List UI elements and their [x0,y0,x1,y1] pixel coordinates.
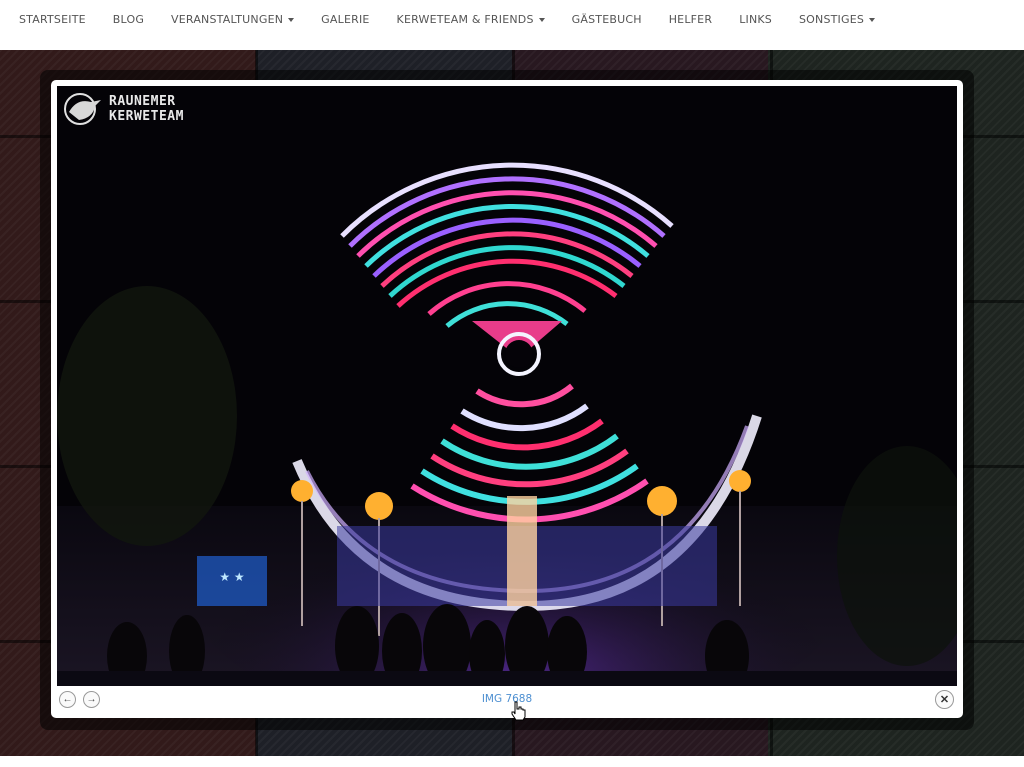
nav-item-kerweteam-friends[interactable]: KERWETEAM & FRIENDS [397,13,545,26]
image-caption-link[interactable]: IMG 7688 [451,693,563,705]
logo-emblem-icon [64,93,101,125]
nav-item-startseite[interactable]: STARTSEITE [19,13,86,26]
kerweteam-logo: RAUNEMER KERWETEAM [63,92,184,126]
next-image-button[interactable]: → [83,691,100,708]
svg-text:★ ★: ★ ★ [219,570,244,584]
nav-item-helfer[interactable]: HELFER [669,13,712,26]
lightbox-photo[interactable]: ★ ★ RAUNEMER KERWETEAM [57,86,957,686]
hand-cursor-icon [511,701,526,721]
nav-item-sonstiges[interactable]: SONSTIGES [799,13,876,26]
logo-line-1: RAUNEMER [109,94,176,109]
page-footer-strip [0,756,1024,767]
nav-item-galerie[interactable]: GALERIE [321,13,369,26]
nav-item-veranstaltungen[interactable]: VERANSTALTUNGEN [171,13,295,26]
lightbox: ★ ★ RAUNEMER KERWETEAM ← → IMG 7688 ✕ [51,80,963,718]
caret-down-icon [288,17,295,22]
close-lightbox-button[interactable]: ✕ [935,690,954,709]
nav-item-blog[interactable]: BLOG [113,13,144,26]
nav-item-gaestebuch[interactable]: GÄSTEBUCH [572,13,642,26]
nav-item-links[interactable]: LINKS [739,13,772,26]
caret-down-icon [538,17,545,22]
fairground-ride-photo: ★ ★ [57,86,957,686]
caret-down-icon [869,17,876,22]
previous-image-button[interactable]: ← [59,691,76,708]
arrow-right-icon: → [86,693,97,705]
logo-line-2: KERWETEAM [109,109,184,124]
close-icon: ✕ [939,694,950,706]
arrow-left-icon: ← [62,693,73,705]
main-navbar: STARTSEITE BLOG VERANSTALTUNGEN GALERIE … [0,0,1024,50]
